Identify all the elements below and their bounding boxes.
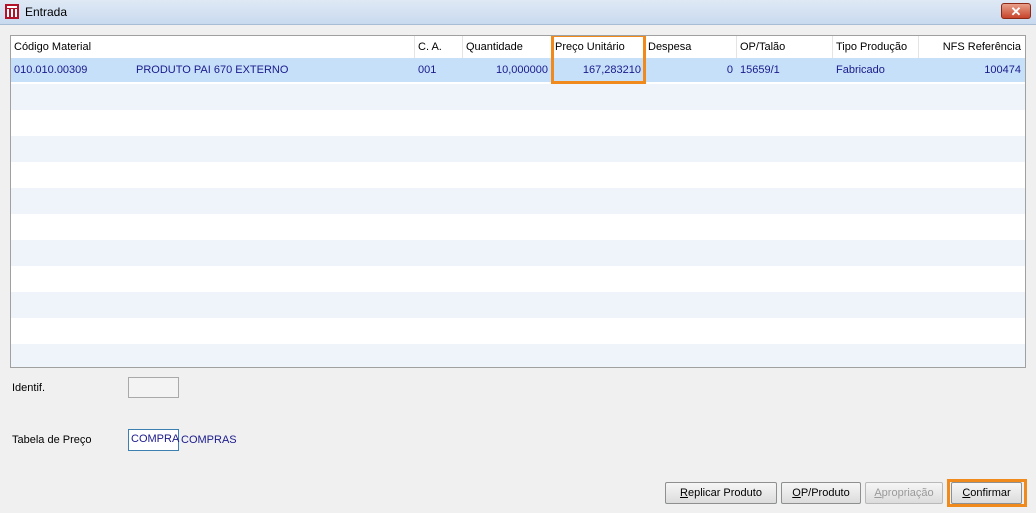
- grid-stripe: [11, 344, 1025, 367]
- cell-nfs-referencia[interactable]: 100474: [919, 58, 1025, 82]
- identif-field[interactable]: [128, 377, 179, 398]
- column-despesa[interactable]: Despesa: [645, 36, 737, 58]
- grid-stripe: [11, 188, 1025, 214]
- title-bar: Entrada ✕: [0, 0, 1036, 25]
- grid-stripe: [11, 136, 1025, 162]
- preco-unitario-highlight: [551, 36, 646, 84]
- tabela-preco-description: COMPRAS: [181, 434, 237, 446]
- column-op-talao[interactable]: OP/Talão: [737, 36, 833, 58]
- apropriacao-button[interactable]: Apropriação: [865, 482, 943, 504]
- apropriacao-accel: A: [874, 487, 882, 499]
- column-quantidade[interactable]: Quantidade: [463, 36, 552, 58]
- cell-tipo-producao[interactable]: Fabricado: [833, 58, 919, 82]
- op-produto-accel: O: [792, 487, 801, 499]
- cell-despesa[interactable]: 0: [645, 58, 737, 82]
- op-produto-label: P/Produto: [800, 487, 850, 499]
- grid-stripe: [11, 84, 1025, 110]
- items-grid[interactable]: Código Material C. A. Quantidade Preço U…: [10, 35, 1026, 368]
- column-tipo-producao[interactable]: Tipo Produção: [833, 36, 919, 58]
- cell-quantidade[interactable]: 10,000000: [463, 58, 552, 82]
- cell-op-talao[interactable]: 15659/1: [737, 58, 833, 82]
- op-produto-button[interactable]: OP/Produto: [781, 482, 861, 504]
- close-button[interactable]: ✕: [1001, 3, 1031, 19]
- close-icon: ✕: [1010, 4, 1022, 19]
- confirmar-highlight: [947, 479, 1027, 507]
- replicar-label: eplicar Produto: [687, 487, 762, 499]
- replicar-accel: R: [680, 487, 688, 499]
- apropriacao-label: propriação: [881, 487, 934, 499]
- column-ca[interactable]: C. A.: [415, 36, 463, 58]
- window-title: Entrada: [25, 5, 68, 19]
- grid-header: Código Material C. A. Quantidade Preço U…: [11, 36, 1025, 59]
- replicar-produto-button[interactable]: Replicar Produto: [665, 482, 777, 504]
- cell-codigo[interactable]: 010.010.00309: [11, 58, 131, 82]
- tabela-preco-label: Tabela de Preço: [12, 434, 92, 446]
- identif-label: Identif.: [12, 382, 46, 394]
- tabela-preco-field[interactable]: COMPRA: [128, 429, 179, 451]
- column-codigo-material[interactable]: Código Material: [11, 36, 415, 58]
- cell-ca[interactable]: 001: [415, 58, 463, 82]
- window-content: Código Material C. A. Quantidade Preço U…: [0, 25, 1036, 513]
- app-logo-icon: [5, 4, 19, 19]
- column-nfs-referencia[interactable]: NFS Referência: [919, 36, 1025, 58]
- grid-stripe: [11, 240, 1025, 266]
- table-row[interactable]: 010.010.00309 PRODUTO PAI 670 EXTERNO 00…: [11, 58, 1025, 82]
- grid-stripe: [11, 292, 1025, 318]
- cell-descricao[interactable]: PRODUTO PAI 670 EXTERNO: [133, 58, 413, 82]
